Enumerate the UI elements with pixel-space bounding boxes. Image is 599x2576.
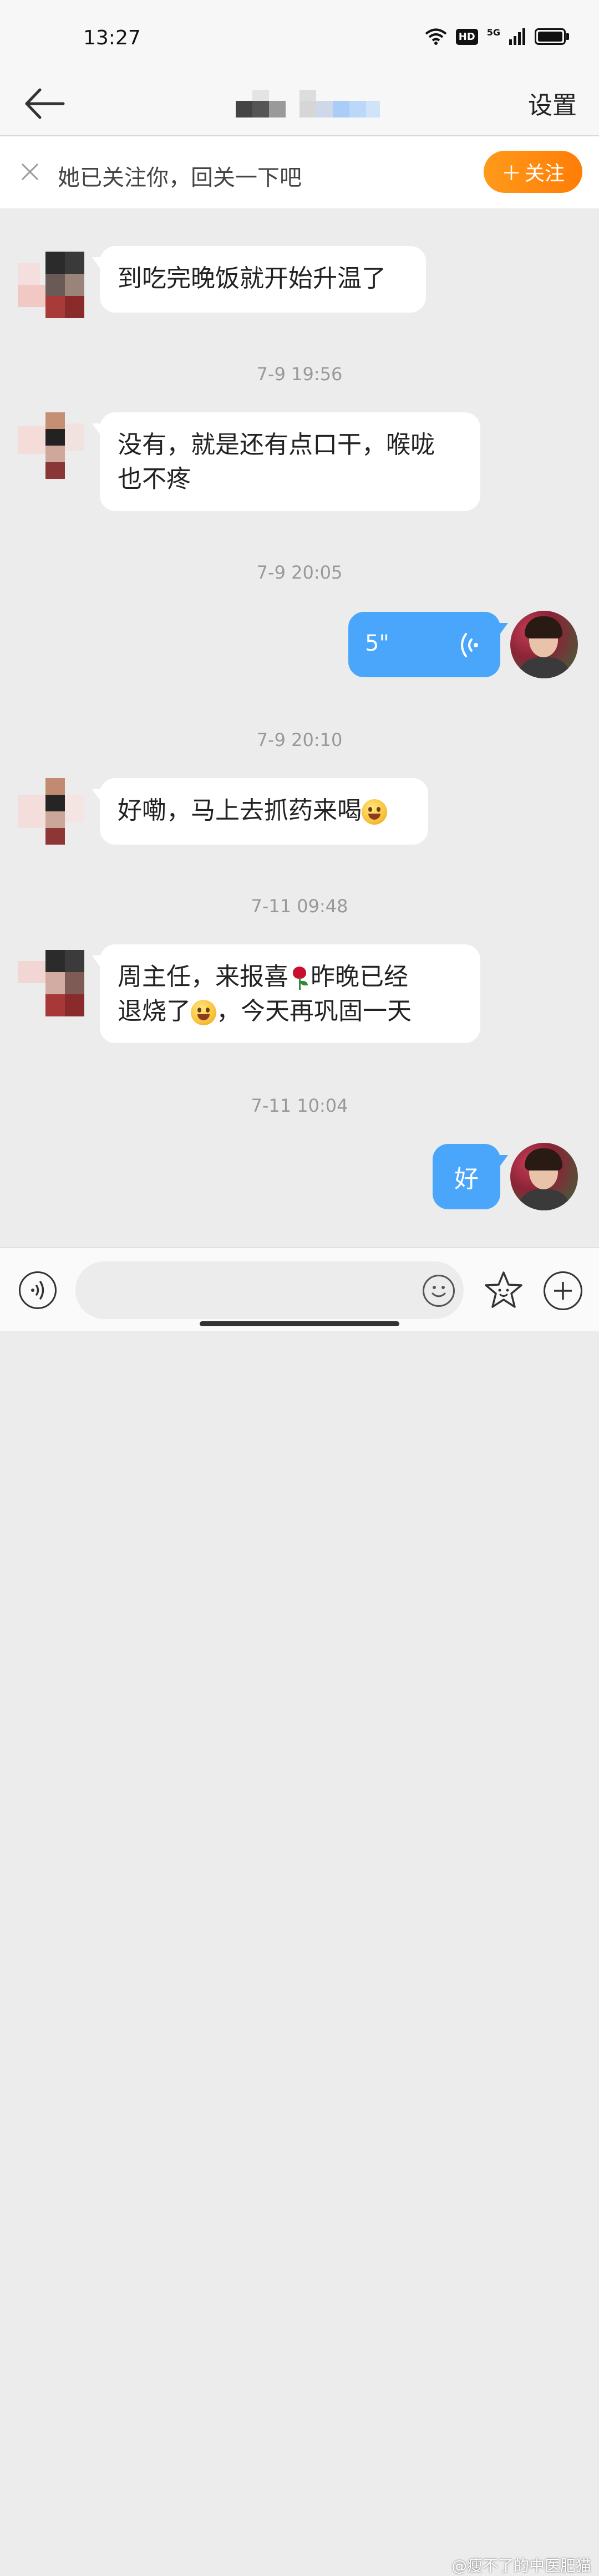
message-bubble[interactable]: 没有，就是还有点口干，喉咙 也不疼 [92,412,480,511]
message-input[interactable] [75,1261,464,1319]
network-5g-label: 5G [486,27,500,38]
rose-emoji-icon [288,965,311,991]
contact-name-pixelated [236,90,380,123]
message-text: 周主任，来报喜 [118,963,288,991]
status-time: 13:27 [83,27,141,49]
message-text: 退烧了 [118,997,191,1025]
message-text: 好嘞，马上去抓药来喝 [118,796,362,825]
my-avatar[interactable] [510,1143,578,1210]
contact-avatar[interactable] [18,412,84,479]
plus-icon: ＋ [501,162,521,185]
voice-duration: 5" [365,631,389,656]
timestamp: 7-9 20:10 [256,729,343,750]
contact-avatar[interactable] [18,252,84,318]
wifi-icon [425,28,446,45]
star-icon[interactable] [481,1268,526,1312]
follow-button[interactable]: ＋ 关注 [484,151,582,193]
voice-wave-icon [461,633,478,657]
voice-input-icon[interactable] [19,1271,57,1309]
message-text-line: 没有，就是还有点口干，喉咙 [118,431,435,459]
voice-message-bubble[interactable]: 5" [348,612,508,677]
message-bubble[interactable]: 周主任，来报喜 昨晚已经 退烧了 ，今天再巩固一天 [92,944,480,1043]
smiling-heart-emoji-icon [362,799,387,825]
contact-avatar[interactable] [18,950,84,1016]
message-bubble[interactable]: 好 [433,1144,508,1209]
follow-prompt-text: 她已关注你，回关一下吧 [58,165,302,191]
close-icon[interactable] [19,161,41,183]
timestamp: 7-11 10:04 [251,1095,348,1116]
input-bar: @瘦不了的中医肥猫 [0,1247,599,2575]
my-avatar[interactable] [510,611,578,678]
status-icons: HD 5G [425,27,569,45]
message-text: 好 [454,1165,479,1193]
grin-emoji-icon [191,1000,216,1025]
settings-button[interactable]: 设置 [528,85,577,121]
home-indicator[interactable] [200,1321,399,1326]
message-text: 昨晚已经 [311,963,408,991]
follow-suggestion-bar: 她已关注你，回关一下吧 ＋ 关注 [0,136,599,208]
emoji-icon[interactable] [423,1275,455,1307]
signal-icon [509,28,525,45]
message-text: ，今天再巩固一天 [216,997,412,1025]
back-arrow-icon[interactable] [22,84,67,123]
timestamp: 7-9 20:05 [256,562,343,583]
message-text-line: 退烧了 ，今天再巩固一天 [118,994,463,1029]
follow-button-label: 关注 [525,162,565,185]
message-text-line: 周主任，来报喜 昨晚已经 [118,960,463,994]
timestamp: 7-11 09:48 [251,896,348,917]
battery-icon [535,28,569,45]
status-bar: 13:27 HD 5G [0,0,599,73]
watermark: @瘦不了的中医肥猫 [451,2557,591,2575]
hd-icon: HD [455,28,478,45]
message-text-line: 也不疼 [118,465,191,493]
message-bubble[interactable]: 好嘞，马上去抓药来喝 [92,778,428,845]
timestamp: 7-9 19:56 [256,364,343,385]
chat-header: 设置 [0,73,599,136]
add-icon[interactable] [544,1271,582,1310]
contact-avatar[interactable] [18,778,84,845]
message-bubble[interactable]: 到吃完晚饭就开始升温了 [92,246,426,313]
message-text: 到吃完晚饭就开始升温了 [118,264,386,293]
